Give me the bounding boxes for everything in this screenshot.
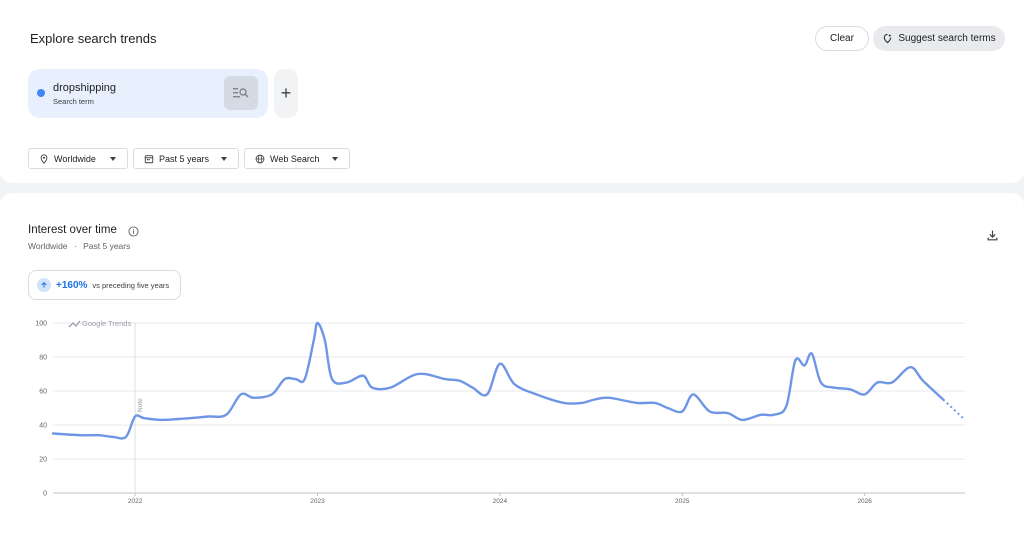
note-marker-label: Note [137,398,144,412]
y-tick-label: 60 [39,389,47,396]
y-tick-label: 20 [39,457,47,464]
y-tick-label: 0 [43,491,47,498]
x-tick-label: 2023 [310,498,325,505]
watermark-text: Google Trends [82,319,131,328]
partial-data-line [942,398,966,421]
y-tick-label: 40 [39,423,47,430]
y-tick-label: 80 [39,355,47,362]
interest-chart: Google Trends Note 0 20 40 60 80 100 2022 2023 2… [35,319,966,505]
google-trends-watermark: Google Trends [68,319,131,328]
y-tick-label: 100 [35,321,47,328]
x-tick-label: 2024 [493,498,508,505]
x-tick-label: 2022 [128,498,143,505]
x-tick-label: 2026 [857,498,872,505]
series-line [51,321,945,440]
x-tick-label: 2025 [675,498,690,505]
trend-icon [68,320,81,328]
